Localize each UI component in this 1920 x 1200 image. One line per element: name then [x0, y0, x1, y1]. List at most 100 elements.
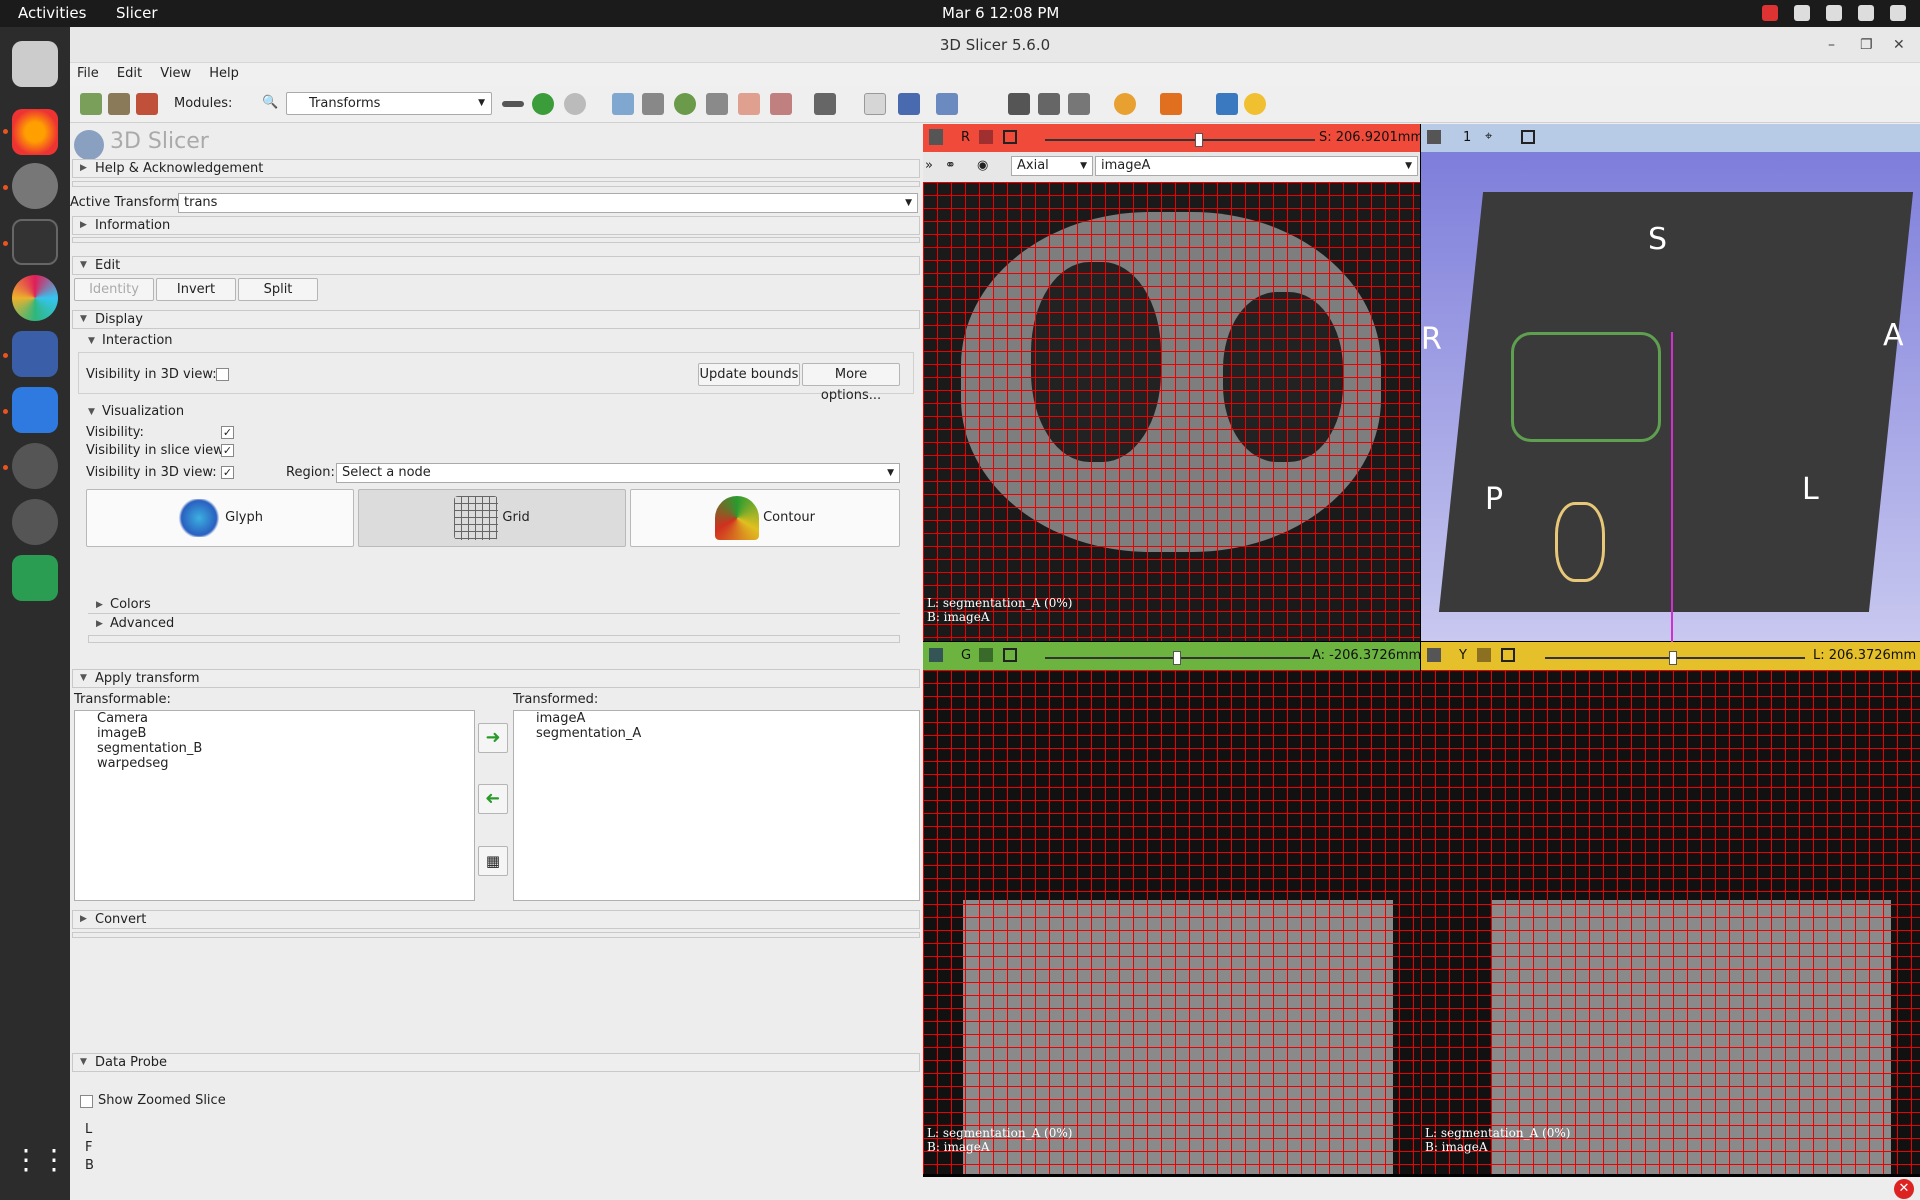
slicer-icon[interactable]: [12, 331, 58, 377]
pin-icon[interactable]: [1427, 130, 1441, 144]
maximize-icon[interactable]: ❐: [1860, 27, 1873, 63]
interaction-subsection[interactable]: ▼ Interaction: [82, 332, 173, 350]
module-search-icon[interactable]: 🔍: [262, 95, 278, 110]
show-zoomed-checkbox[interactable]: [80, 1095, 93, 1108]
files-icon[interactable]: [12, 41, 58, 87]
volume-icon[interactable]: [1858, 5, 1874, 21]
display-section-header[interactable]: ▼ Display: [72, 310, 920, 329]
convert-section-header[interactable]: ▶ Convert: [72, 910, 920, 929]
models-module-icon[interactable]: [674, 93, 696, 115]
minimize-icon[interactable]: –: [1828, 27, 1835, 63]
slack-icon[interactable]: [12, 275, 58, 321]
glyph-button[interactable]: Glyph: [86, 489, 354, 547]
information-section-header[interactable]: ▶ Information: [72, 216, 920, 235]
visibility-eye-icon[interactable]: ◉: [977, 158, 988, 173]
segment-editor-icon[interactable]: [770, 93, 792, 115]
menu-help[interactable]: Help: [202, 63, 246, 85]
list-item[interactable]: warpedseg: [75, 756, 474, 771]
extensions-icon[interactable]: [1216, 93, 1238, 115]
active-transform-select[interactable]: trans ▼: [178, 193, 918, 213]
maximize-view-icon[interactable]: [1003, 130, 1017, 144]
power-icon[interactable]: [1890, 5, 1906, 21]
pin-icon[interactable]: [1427, 648, 1441, 662]
center-view-icon[interactable]: ⌖: [1485, 129, 1492, 144]
error-log-icon[interactable]: ✕: [1894, 1179, 1914, 1199]
menu-file[interactable]: File: [70, 63, 106, 85]
identity-button[interactable]: Identity: [74, 278, 154, 301]
save-icon[interactable]: [136, 93, 158, 115]
harden-transform-button[interactable]: ▦: [478, 846, 508, 876]
visibility-3d-checkbox[interactable]: ✓: [221, 466, 234, 479]
expand-icon[interactable]: »: [925, 158, 933, 173]
yellow-offset-slider[interactable]: [1545, 651, 1805, 665]
pin-icon[interactable]: [929, 648, 943, 662]
list-item[interactable]: imageB: [75, 726, 474, 741]
3d-view[interactable]: S A R P L: [1421, 152, 1920, 652]
more-options-button[interactable]: More options...: [802, 363, 900, 403]
green-slice-view[interactable]: L: segmentation_A (0%) B: imageA: [923, 670, 1420, 1174]
forward-arrow-icon[interactable]: [564, 93, 586, 115]
list-item[interactable]: segmentation_A: [514, 726, 919, 741]
red-slice-view[interactable]: L: segmentation_A (0%) B: imageA: [923, 182, 1420, 641]
maximize-view-icon[interactable]: [1521, 130, 1535, 144]
transformed-list[interactable]: imageA segmentation_A: [513, 710, 920, 901]
apply-transform-section-header[interactable]: ▼ Apply transform: [72, 669, 920, 688]
tray-app-icon[interactable]: [1762, 5, 1778, 21]
red-offset-slider[interactable]: [1045, 133, 1315, 147]
link-icon[interactable]: [1477, 648, 1491, 662]
grid-button[interactable]: Grid: [358, 489, 626, 547]
contour-button[interactable]: Contour: [630, 489, 900, 547]
disk-icon[interactable]: [12, 499, 58, 545]
system-tray[interactable]: [1762, 5, 1906, 21]
settings-icon[interactable]: [12, 163, 58, 209]
slice-volume-select[interactable]: imageA ▼: [1095, 156, 1418, 176]
help-section-header[interactable]: ▶ Help & Acknowledgement: [72, 159, 920, 178]
screenshot-icon[interactable]: [1008, 93, 1030, 115]
menu-edit[interactable]: Edit: [110, 63, 149, 85]
list-item[interactable]: imageA: [514, 711, 919, 726]
green-offset-slider[interactable]: [1045, 651, 1310, 665]
module-history-icon[interactable]: [502, 101, 524, 107]
split-button[interactable]: Split: [238, 278, 318, 301]
edit-section-header[interactable]: ▼ Edit: [72, 256, 920, 275]
colors-subsection[interactable]: ▶ Colors: [90, 596, 151, 614]
network-icon[interactable]: [1826, 5, 1842, 21]
slack-tray-icon[interactable]: [1794, 5, 1810, 21]
transform-right-button[interactable]: ➜: [478, 723, 508, 753]
crosshair-view-icon[interactable]: [936, 93, 958, 115]
visibility-slice-checkbox[interactable]: ✓: [221, 444, 234, 457]
trash-icon[interactable]: [12, 555, 58, 601]
interaction-vis3d-checkbox[interactable]: [216, 368, 229, 381]
firefox-icon[interactable]: [12, 109, 58, 155]
extension-manager-icon[interactable]: [814, 93, 836, 115]
volumes-module-icon[interactable]: [642, 93, 664, 115]
load-data-icon[interactable]: [80, 93, 102, 115]
show-apps-icon[interactable]: ⋮⋮: [12, 1137, 68, 1183]
markups-module-icon[interactable]: [738, 93, 760, 115]
clock[interactable]: Mar 6 12:08 PM: [942, 4, 1059, 22]
menu-view[interactable]: View: [153, 63, 198, 85]
layout-icon[interactable]: [898, 93, 920, 115]
list-item[interactable]: segmentation_B: [75, 741, 474, 756]
software-center-icon[interactable]: [12, 443, 58, 489]
yellow-slice-view[interactable]: L: segmentation_A (0%) B: imageA: [1421, 670, 1920, 1174]
update-bounds-button[interactable]: Update bounds: [698, 363, 800, 386]
data-module-icon[interactable]: [612, 93, 634, 115]
list-item[interactable]: Camera: [75, 711, 474, 726]
activities-button[interactable]: Activities: [18, 4, 86, 22]
untransform-left-button[interactable]: ➜: [478, 784, 508, 814]
terminal-icon[interactable]: [12, 219, 58, 265]
scene-view-icon[interactable]: [1038, 93, 1060, 115]
transforms-module-icon[interactable]: [706, 93, 728, 115]
invert-button[interactable]: Invert: [156, 278, 236, 301]
dicom-icon[interactable]: [108, 93, 130, 115]
pin-icon[interactable]: [929, 129, 943, 145]
link-views-icon[interactable]: ⚭: [945, 158, 956, 173]
data-probe-section-header[interactable]: ▼ Data Probe: [72, 1053, 920, 1072]
maximize-view-icon[interactable]: [1003, 648, 1017, 662]
app-menu-slicer[interactable]: Slicer: [116, 4, 158, 22]
link-icon[interactable]: [979, 130, 993, 144]
python-console-icon[interactable]: [1244, 93, 1266, 115]
text-editor-icon[interactable]: [12, 387, 58, 433]
pointer-mode-icon[interactable]: [864, 93, 886, 115]
